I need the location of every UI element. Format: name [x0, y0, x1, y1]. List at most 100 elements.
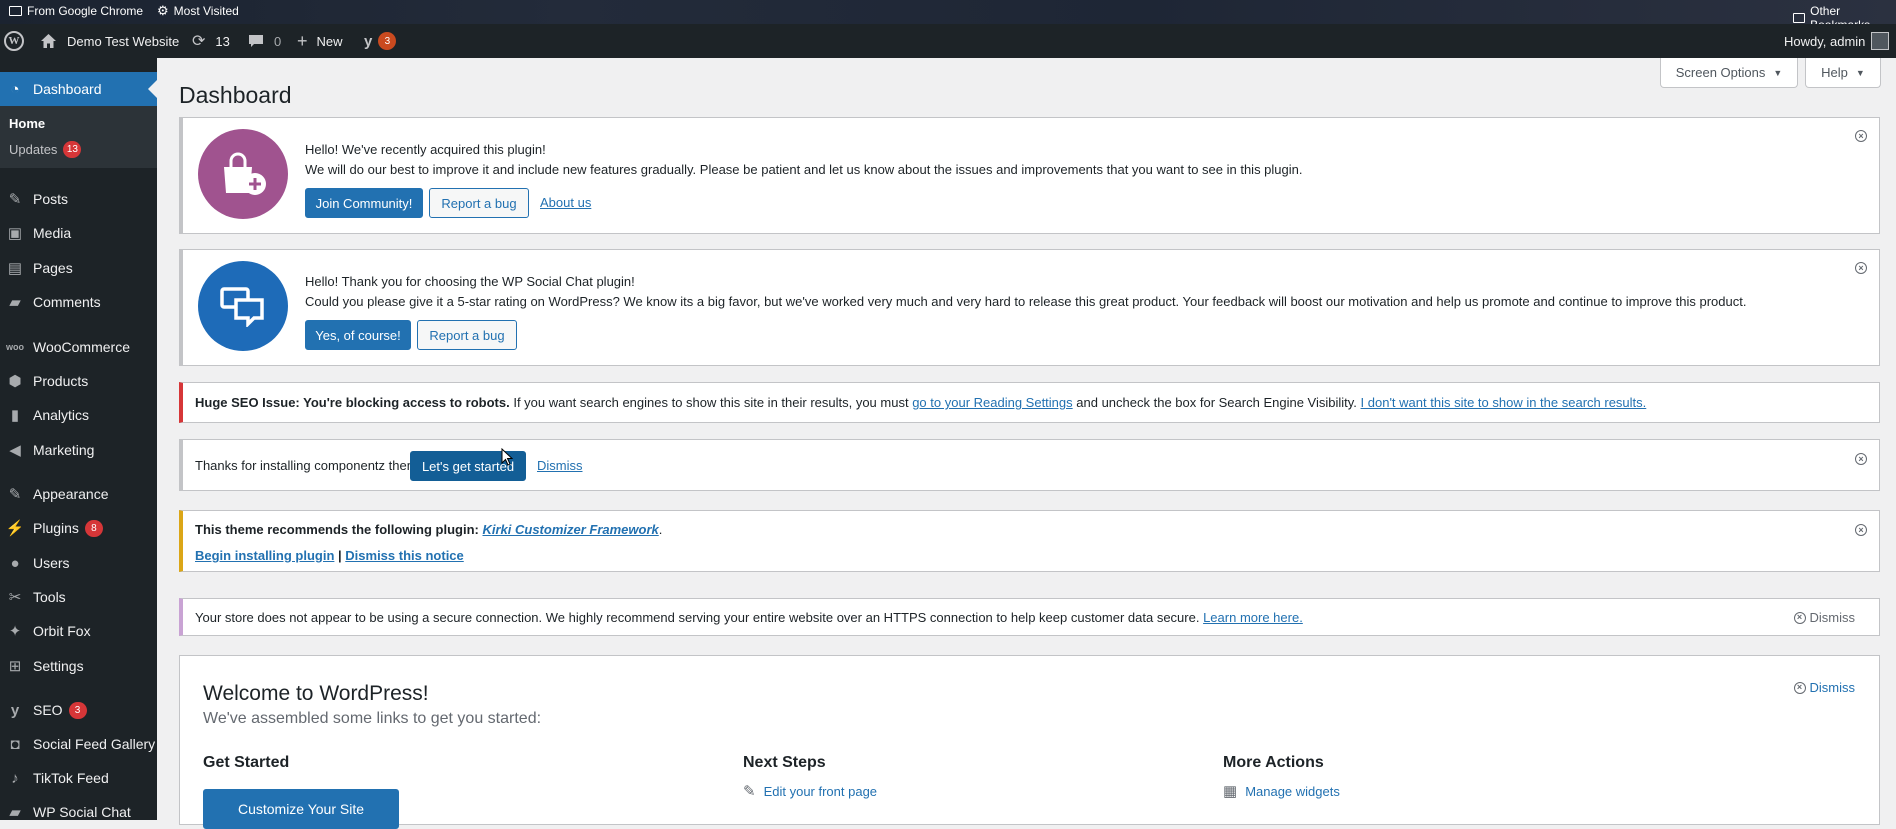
sidebar-item-wp-social-chat[interactable]: ▰ WP Social Chat — [0, 798, 157, 826]
site-name: Demo Test Website — [67, 33, 180, 49]
sidebar-item-analytics[interactable]: ▮ Analytics — [0, 401, 157, 429]
mouse-cursor-icon — [501, 448, 513, 466]
report-bug-button[interactable]: Report a bug — [429, 188, 529, 218]
sidebar-item-posts[interactable]: ✎ Posts — [0, 185, 157, 213]
customize-site-button[interactable]: Customize Your Site — [203, 789, 399, 829]
seo-count-badge: 3 — [68, 701, 87, 719]
submenu-label: Home — [9, 116, 46, 131]
new-content-menu[interactable]: + New — [297, 24, 343, 58]
seo-notice-text1: If you want search engines to show this … — [513, 395, 909, 410]
dismiss-notice-link[interactable]: Dismiss this notice — [345, 548, 463, 563]
dismiss-link[interactable]: Dismiss — [537, 458, 583, 473]
welcome-dismiss-button[interactable]: × Dismiss — [1793, 680, 1855, 695]
media-icon: ▣ — [7, 225, 23, 242]
shopping-bag-icon — [198, 129, 288, 219]
submenu-home[interactable]: Home — [9, 116, 45, 131]
sidebar-item-label: Comments — [33, 294, 101, 310]
help-button[interactable]: Help ▼ — [1805, 58, 1881, 88]
sidebar-item-tiktok-feed[interactable]: ♪ TikTok Feed — [0, 764, 157, 792]
bookmark-most-visited[interactable]: ⚙ Most Visited — [157, 4, 239, 18]
hide-from-search-link[interactable]: I don't want this site to show in the se… — [1361, 395, 1647, 410]
submenu-label: Updates — [9, 142, 58, 157]
sidebar-item-social-feed-gallery[interactable]: ◘ Social Feed Gallery — [0, 730, 157, 758]
begin-installing-link[interactable]: Begin installing plugin — [195, 548, 334, 563]
wp-logo-menu[interactable]: W — [4, 24, 24, 58]
admin-sidebar: ◔ Dashboard Home Updates 13 ✎ Posts ▣ Me… — [0, 58, 157, 821]
sidebar-item-woocommerce[interactable]: woo WooCommerce — [0, 333, 157, 361]
wordpress-icon: W — [4, 31, 24, 51]
gear-icon: ⚙ — [157, 3, 169, 18]
https-dismiss-button[interactable]: × Dismiss — [1793, 610, 1856, 625]
sidebar-item-pages[interactable]: ▤ Pages — [0, 254, 157, 282]
close-icon[interactable]: × — [1855, 130, 1867, 142]
next-steps-heading: Next Steps — [743, 754, 826, 771]
close-icon[interactable]: × — [1855, 524, 1867, 536]
report-bug-button[interactable]: Report a bug — [417, 320, 517, 350]
bookmark-from-chrome[interactable]: From Google Chrome — [9, 4, 143, 18]
sidebar-item-label: Plugins — [33, 520, 79, 536]
rate-yes-button[interactable]: Yes, of course! — [305, 320, 411, 350]
join-community-button[interactable]: Join Community! — [305, 188, 423, 218]
caret-down-icon: ▼ — [1773, 67, 1783, 78]
sidebar-item-orbit-fox[interactable]: ✦ Orbit Fox — [0, 617, 157, 645]
chat-icon: ▰ — [9, 804, 21, 821]
admin-bar: W Demo Test Website ⟳ 13 0 + New y 3 How… — [0, 24, 1896, 58]
updates-menu[interactable]: ⟳ 13 — [192, 24, 230, 58]
main-content: Screen Options ▼ Help ▼ Dashboard Hello!… — [157, 58, 1896, 829]
https-warning-notice: Your store does not appear to be using a… — [179, 598, 1880, 636]
kirki-plugin-link[interactable]: Kirki Customizer Framework — [482, 522, 658, 537]
sidebar-item-label: Media — [33, 225, 72, 241]
sidebar-item-comments[interactable]: ▰ Comments — [0, 288, 157, 316]
howdy-label: Howdy, admin — [1784, 33, 1866, 49]
updates-count: 13 — [215, 33, 230, 49]
sidebar-item-label: TikTok Feed — [33, 770, 109, 786]
site-name-menu[interactable]: Demo Test Website — [40, 24, 179, 58]
submenu-updates[interactable]: Updates 13 — [9, 141, 82, 158]
sidebar-item-plugins[interactable]: ⚡ Plugins 8 — [0, 514, 157, 542]
edit-icon: ✎ — [743, 783, 756, 800]
sidebar-item-media[interactable]: ▣ Media — [0, 219, 157, 247]
comments-count: 0 — [274, 33, 282, 49]
theme-notice-text: Thanks for installing componentz theme — [195, 458, 425, 473]
close-icon[interactable]: × — [1855, 262, 1867, 274]
period: . — [658, 522, 663, 537]
updates-count-badge: 13 — [63, 141, 82, 158]
notice-line2: We will do our best to improve it and in… — [305, 162, 1303, 177]
sidebar-item-label: Settings — [33, 658, 84, 674]
bar-chart-icon: ▮ — [10, 407, 20, 424]
megaphone-icon: ◀ — [9, 442, 21, 459]
dismiss-label: Dismiss — [1809, 610, 1856, 625]
my-account-menu[interactable]: Howdy, admin — [1784, 24, 1890, 58]
manage-widgets-link[interactable]: ▦ Manage widgets — [1223, 782, 1340, 800]
plugin-acquired-notice: Hello! We've recently acquired this plug… — [179, 117, 1880, 234]
sidebar-item-marketing[interactable]: ◀ Marketing — [0, 436, 157, 464]
close-icon[interactable]: × — [1855, 453, 1867, 465]
bookmarks-bar: From Google Chrome ⚙ Most Visited Other … — [0, 0, 1896, 32]
reading-settings-link[interactable]: go to your Reading Settings — [912, 395, 1072, 410]
sidebar-item-label: Analytics — [33, 407, 90, 423]
sidebar-item-seo[interactable]: y SEO 3 — [0, 696, 157, 724]
https-notice-text: Your store does not appear to be using a… — [195, 610, 1303, 625]
sidebar-item-settings[interactable]: ⊞ Settings — [0, 652, 157, 680]
sidebar-item-appearance[interactable]: ✎ Appearance — [0, 480, 157, 508]
new-label: New — [316, 33, 343, 49]
link-label: Edit your front page — [763, 783, 878, 799]
page-title: Dashboard — [179, 82, 292, 108]
sidebar-item-users[interactable]: ● Users — [0, 549, 157, 577]
sidebar-item-tools[interactable]: ✂ Tools — [0, 583, 157, 611]
learn-more-link[interactable]: Learn more here. — [1203, 610, 1303, 625]
recommend-actions: Begin installing plugin | Dismiss this n… — [195, 548, 464, 563]
woocommerce-icon: woo — [6, 342, 24, 352]
yoast-menu[interactable]: y 3 — [364, 24, 397, 58]
sidebar-item-label: Users — [33, 555, 70, 571]
folder-icon — [9, 6, 22, 16]
screen-options-button[interactable]: Screen Options ▼ — [1660, 58, 1798, 88]
about-us-link[interactable]: About us — [540, 195, 591, 210]
comments-menu[interactable]: 0 — [248, 24, 281, 58]
comment-icon: ▰ — [9, 294, 21, 311]
pages-icon: ▤ — [7, 260, 23, 277]
edit-front-page-link[interactable]: ✎ Edit your front page — [743, 782, 877, 800]
sidebar-item-products[interactable]: ⬢ Products — [0, 367, 157, 395]
refresh-icon: ⟳ — [192, 33, 206, 50]
sidebar-item-dashboard[interactable]: ◔ Dashboard — [0, 72, 157, 106]
